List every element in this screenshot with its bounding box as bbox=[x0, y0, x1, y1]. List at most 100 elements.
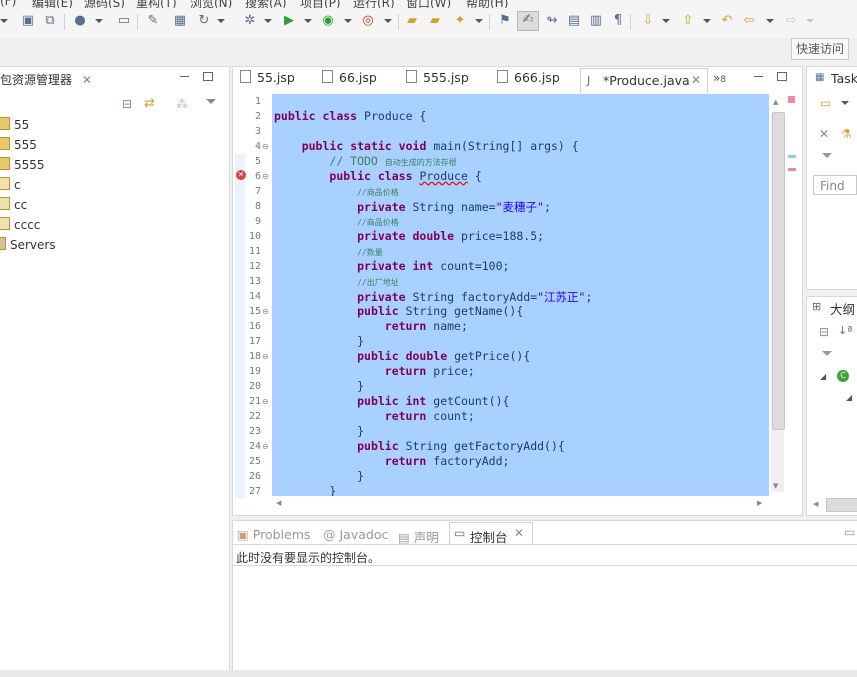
save-icon[interactable]: ▣ bbox=[20, 13, 36, 29]
tree-item[interactable]: 5555 bbox=[0, 157, 45, 175]
overview-marker[interactable] bbox=[788, 168, 796, 171]
tree-item[interactable]: c bbox=[0, 177, 21, 195]
scroll-down-icon[interactable]: ▼ bbox=[773, 482, 778, 490]
fold-toggle[interactable]: ⊖ bbox=[262, 442, 269, 451]
block-select-icon[interactable]: ▤ bbox=[566, 13, 582, 29]
user-icon[interactable]: ● bbox=[72, 13, 88, 29]
editor-tab[interactable]: 555.jsp bbox=[406, 70, 469, 90]
tree-item[interactable]: 55 bbox=[0, 117, 29, 135]
scrollbar-thumb[interactable] bbox=[772, 112, 785, 430]
menu-file[interactable]: (F) bbox=[0, 0, 16, 8]
annotation-icon[interactable]: ↬ bbox=[544, 13, 560, 29]
editor-tab[interactable]: 55.jsp bbox=[240, 70, 295, 90]
outline-title[interactable]: 大纲 bbox=[830, 299, 855, 318]
open-console-icon[interactable]: ▭ bbox=[844, 525, 855, 539]
chevron-down-icon[interactable] bbox=[264, 19, 272, 23]
fold-toggle[interactable]: ⊖ bbox=[262, 307, 269, 316]
horizontal-scrollbar[interactable] bbox=[272, 497, 769, 511]
collapse-all-icon[interactable]: ⊟ bbox=[819, 325, 829, 339]
category-icon[interactable]: ⚗ bbox=[841, 127, 852, 141]
run-icon[interactable]: ▶ bbox=[281, 13, 297, 29]
scrollbar-thumb[interactable] bbox=[826, 498, 857, 512]
quick-access-input[interactable]: 快速访问 bbox=[791, 38, 849, 60]
view-menu-icon[interactable] bbox=[206, 99, 216, 104]
tree-item[interactable]: cccc bbox=[0, 217, 40, 235]
debug-icon[interactable]: ✲ bbox=[242, 13, 258, 29]
save-all-icon[interactable]: ⧉ bbox=[42, 13, 58, 29]
chevron-down-icon[interactable] bbox=[806, 19, 814, 23]
find-input[interactable]: Find bbox=[813, 175, 857, 195]
minimize-icon[interactable] bbox=[754, 76, 763, 77]
chevron-down-icon[interactable] bbox=[217, 19, 225, 23]
fold-toggle[interactable]: ⊖ bbox=[262, 142, 269, 151]
editor-tab-active[interactable]: J *Produce.java ✕ bbox=[580, 68, 708, 93]
menu-source[interactable]: 源码(S) bbox=[84, 0, 125, 8]
menu-navigate[interactable]: 浏览(N) bbox=[190, 0, 232, 8]
menu-search[interactable]: 搜索(A) bbox=[245, 0, 287, 8]
chevron-down-icon[interactable] bbox=[841, 101, 849, 105]
collapse-all-icon[interactable]: ⊟ bbox=[122, 97, 132, 111]
scroll-up-icon[interactable]: ▲ bbox=[773, 98, 778, 106]
menu-edit[interactable]: 编辑(E) bbox=[32, 0, 73, 8]
chevron-down-icon[interactable] bbox=[0, 19, 8, 23]
back-icon[interactable]: ⇦ bbox=[741, 13, 757, 29]
scroll-right-icon[interactable]: ▶ bbox=[757, 499, 762, 507]
menu-help[interactable]: 帮助(H) bbox=[466, 0, 508, 8]
view-menu-icon[interactable] bbox=[822, 351, 832, 356]
maximize-icon[interactable] bbox=[203, 72, 213, 81]
chevron-down-icon[interactable] bbox=[384, 19, 392, 23]
tree-item[interactable]: cc bbox=[0, 197, 27, 215]
open-folder-icon[interactable]: ▰ bbox=[404, 13, 420, 29]
list-icon[interactable]: ▥ bbox=[588, 13, 604, 29]
menu-refactor[interactable]: 重构(T) bbox=[136, 0, 177, 8]
minimize-icon[interactable] bbox=[180, 76, 189, 77]
error-overview-icon[interactable] bbox=[788, 96, 795, 103]
editor-tab[interactable]: 66.jsp bbox=[322, 70, 377, 90]
overview-marker[interactable] bbox=[788, 155, 796, 158]
fold-toggle[interactable]: ⊖ bbox=[262, 397, 269, 406]
tree-expand-icon[interactable]: ◢ bbox=[820, 372, 826, 381]
task-list-title[interactable]: Task bbox=[831, 71, 857, 86]
toggle-mark-icon[interactable]: ✍ bbox=[517, 11, 539, 31]
scroll-left-icon[interactable]: ◀ bbox=[276, 499, 281, 507]
forward-icon[interactable]: ⇨ bbox=[783, 13, 799, 29]
menu-run[interactable]: 运行(R) bbox=[353, 0, 395, 8]
close-icon[interactable]: ✕ bbox=[691, 73, 701, 87]
chevron-down-icon[interactable] bbox=[662, 19, 670, 23]
tab-console[interactable]: ▭ 控制台 ✕ bbox=[449, 522, 533, 545]
filter-icon[interactable]: ⁂ bbox=[176, 97, 188, 111]
tree-item[interactable]: 555 bbox=[0, 137, 37, 155]
maximize-icon[interactable] bbox=[777, 72, 787, 81]
terminal-icon[interactable]: ▭ bbox=[116, 13, 132, 29]
run-config-icon[interactable]: ◉ bbox=[320, 13, 336, 29]
package-icon[interactable]: ▦ bbox=[172, 13, 188, 29]
scroll-left-icon[interactable]: ◀ bbox=[813, 500, 818, 508]
chevron-down-icon[interactable] bbox=[95, 19, 103, 23]
view-menu-icon[interactable] bbox=[822, 153, 832, 158]
chevron-down-icon[interactable] bbox=[304, 19, 312, 23]
filter-icon[interactable]: ✕ bbox=[819, 127, 829, 141]
refresh-icon[interactable]: ↻ bbox=[196, 13, 212, 29]
code-area[interactable]: public class Produce { public static voi… bbox=[272, 94, 769, 496]
tree-item[interactable]: Servers bbox=[0, 237, 56, 255]
menu-project[interactable]: 项目(P) bbox=[300, 0, 341, 8]
chevron-down-icon[interactable] bbox=[766, 19, 774, 23]
close-icon[interactable]: ✕ bbox=[82, 73, 92, 87]
search-tool-icon[interactable]: ✦ bbox=[452, 13, 468, 29]
chevron-down-icon[interactable] bbox=[475, 19, 483, 23]
package-explorer-tab[interactable]: 包资源管理器 ✕ bbox=[0, 71, 92, 88]
new-task-icon[interactable]: ▭ bbox=[820, 96, 831, 110]
whitespace-icon[interactable]: ¶ bbox=[610, 13, 626, 29]
link-editor-icon[interactable]: ⇄ bbox=[144, 96, 155, 111]
fold-toggle[interactable]: ⊖ bbox=[262, 172, 269, 181]
fold-toggle[interactable]: ⊖ bbox=[262, 352, 269, 361]
class-icon[interactable]: C bbox=[837, 370, 849, 382]
tab-problems[interactable]: ▣ Problems bbox=[237, 527, 310, 542]
prev-annotation-icon[interactable]: ⇧ bbox=[680, 13, 696, 29]
external-tools-icon[interactable]: ◎ bbox=[360, 13, 376, 29]
open-type-icon[interactable]: ▰ bbox=[427, 13, 443, 29]
pen-icon[interactable]: ✎ bbox=[145, 13, 161, 29]
chevron-down-icon[interactable] bbox=[703, 19, 711, 23]
menu-window[interactable]: 窗口(W) bbox=[406, 0, 451, 8]
tab-overflow[interactable]: »8 bbox=[713, 71, 726, 85]
